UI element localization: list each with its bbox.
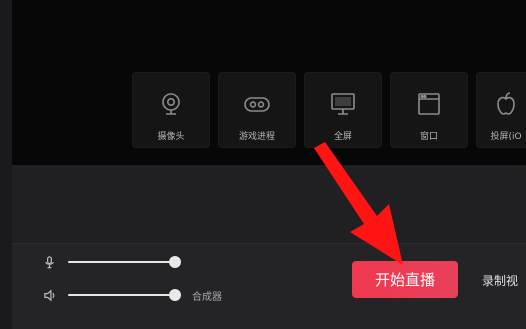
source-selector: 摄像头 游戏进程 全屏 窗口 投屏(iO [132, 72, 526, 148]
microphone-icon[interactable] [42, 255, 56, 269]
live-app-window: 摄像头 游戏进程 全屏 窗口 投屏(iO 合成器 开始直播 录制视 [0, 0, 526, 329]
monitor-icon [326, 87, 360, 121]
speaker-icon[interactable] [42, 288, 56, 302]
mixer-label[interactable]: 合成器 [192, 288, 222, 303]
source-webcam-label: 摄像头 [157, 132, 185, 142]
source-fullscreen-card[interactable]: 全屏 [304, 72, 382, 148]
source-ios-card[interactable]: 投屏(iO [476, 72, 526, 148]
speaker-volume-row: 合成器 [42, 285, 222, 305]
gamepad-icon [240, 87, 274, 121]
speaker-volume-thumb[interactable] [169, 289, 181, 301]
source-window-card[interactable]: 窗口 [390, 72, 468, 148]
webcam-icon [154, 87, 188, 121]
mic-volume-thumb[interactable] [169, 256, 181, 268]
speaker-volume-slider[interactable] [68, 289, 181, 301]
preview-area: 摄像头 游戏进程 全屏 窗口 投屏(iO [12, 0, 526, 165]
source-game-card[interactable]: 游戏进程 [218, 72, 296, 148]
window-icon [412, 87, 446, 121]
left-sidebar-strip [0, 0, 12, 329]
control-bar: 合成器 开始直播 录制视 [12, 243, 526, 329]
source-ios-label: 投屏(iO [490, 132, 522, 142]
mic-volume-slider[interactable] [68, 256, 181, 268]
start-live-button[interactable]: 开始直播 [352, 261, 458, 298]
mic-volume-row [42, 252, 181, 272]
source-fullscreen-label: 全屏 [333, 132, 352, 142]
source-webcam-card[interactable]: 摄像头 [132, 72, 210, 148]
source-window-label: 窗口 [419, 132, 438, 142]
apple-icon [489, 87, 523, 121]
record-video-button[interactable]: 录制视 [482, 272, 518, 289]
source-game-label: 游戏进程 [238, 132, 275, 142]
